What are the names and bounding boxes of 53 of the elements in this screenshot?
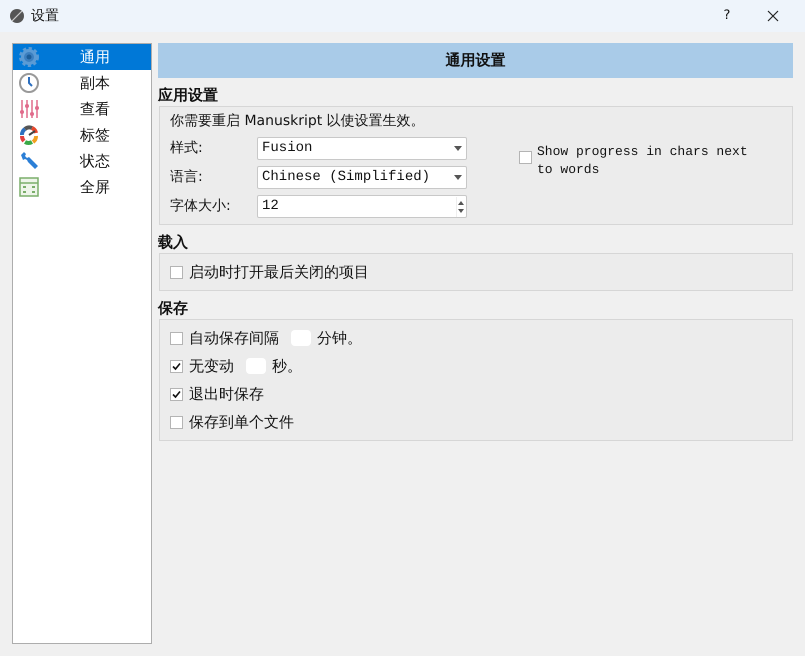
checkbox-label: 无变动 (189, 356, 234, 377)
checkbox-label: 自动保存间隔 (189, 328, 279, 349)
combo-value: Fusion (262, 139, 312, 158)
page-header: 通用设置 (158, 43, 793, 78)
sidebar-label: 标签 (80, 124, 110, 146)
style-dropdown[interactable]: Fusion (257, 137, 467, 160)
combo-value: Chinese (Simplified) (262, 168, 430, 187)
checkbox-label: Show progress in chars next to words (537, 143, 749, 179)
checkbox[interactable] (170, 388, 183, 400)
sidebar-item[interactable]: 全屏 (13, 174, 151, 200)
help-button[interactable]: ? (704, 0, 750, 32)
close-icon (767, 10, 779, 22)
dropdown-arrow-icon (454, 175, 462, 180)
sidebar-item[interactable]: 标签 (13, 122, 151, 148)
spinbox-value: 12 (262, 197, 279, 216)
window-title: 设置 (31, 6, 59, 26)
layout-icon (18, 176, 40, 198)
checkbox-label: 保存到单个文件 (189, 412, 294, 433)
language-dropdown[interactable]: Chinese (Simplified) (257, 166, 467, 189)
checkbox[interactable] (170, 266, 183, 278)
checkbox[interactable] (170, 360, 183, 372)
spin-arrows-icon (456, 196, 466, 216)
unit-label: 秒。 (272, 356, 302, 377)
field-label: 语言: (170, 168, 204, 187)
sidebar-item[interactable]: 通用 (13, 44, 151, 70)
field-label: 字体大小: (170, 197, 232, 216)
dropdown-arrow-icon (454, 146, 462, 151)
clock-icon (18, 72, 40, 94)
sidebar-label: 副本 (80, 72, 110, 94)
checkbox[interactable] (519, 151, 532, 164)
gear-icon (18, 46, 40, 68)
section-title: 载入 (158, 232, 189, 253)
field-label: 样式: (170, 139, 204, 158)
palette-icon (18, 124, 40, 146)
unit-label: 分钟。 (317, 328, 362, 349)
section-title: 保存 (158, 298, 189, 319)
checkbox[interactable] (170, 332, 183, 344)
sidebar-label: 通用 (80, 46, 110, 68)
checkmark-icon (172, 390, 181, 398)
restart-notice: 你需要重启 Manuskript 以使设置生效。 (170, 112, 426, 131)
checkbox[interactable] (170, 416, 183, 428)
sidebar-label: 状态 (80, 150, 110, 172)
sidebar-item[interactable]: 副本 (13, 70, 151, 96)
sidebar-label: 全屏 (80, 176, 110, 198)
sidebar-label: 查看 (80, 98, 110, 120)
font-size-spinbox[interactable]: 12 (257, 195, 467, 218)
checkbox-label: 启动时打开最后关闭的项目 (189, 262, 369, 283)
sliders-icon (18, 98, 40, 120)
sidebar-item[interactable]: 状态 (13, 148, 151, 174)
checkbox-label: 退出时保存 (189, 384, 264, 405)
sidebar-item[interactable]: 查看 (13, 96, 151, 122)
checkmark-icon (172, 362, 181, 370)
section-title: 应用设置 (158, 85, 219, 106)
